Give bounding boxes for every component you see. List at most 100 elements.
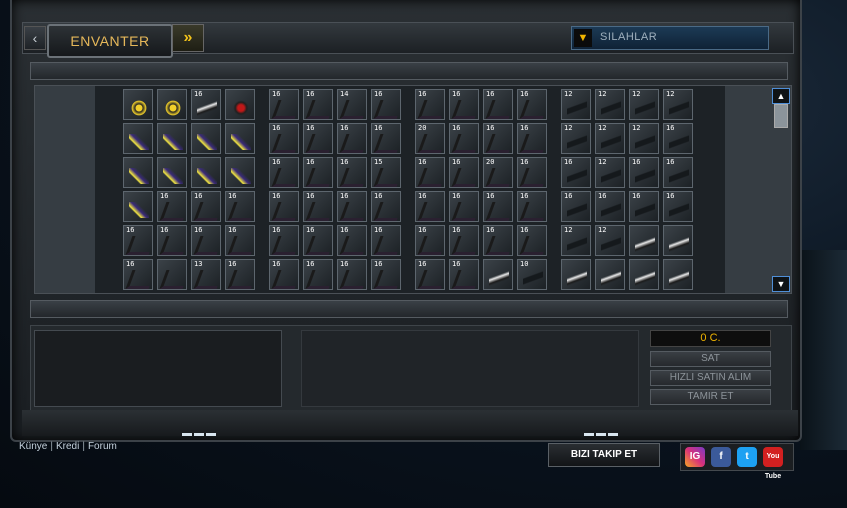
inventory-slot[interactable]: 13 — [191, 259, 221, 290]
link-kunye[interactable]: Künye — [19, 441, 47, 452]
inventory-slot[interactable] — [225, 89, 255, 120]
tab-envanter[interactable]: ENVANTER — [47, 24, 173, 58]
next-tab-button[interactable]: » — [172, 24, 204, 52]
inventory-slot[interactable]: 16 — [415, 225, 445, 256]
inventory-slot[interactable]: 16 — [225, 225, 255, 256]
inventory-slot[interactable]: 16 — [371, 191, 401, 222]
inventory-slot[interactable]: 16 — [483, 225, 513, 256]
scroll-up-button[interactable]: ▲ — [772, 88, 790, 104]
inventory-slot[interactable]: 15 — [371, 157, 401, 188]
inventory-slot[interactable]: 16 — [157, 225, 187, 256]
inventory-slot[interactable]: 14 — [337, 89, 367, 120]
category-dropdown[interactable]: ▼ SILAHLAR — [571, 26, 769, 50]
link-kredi[interactable]: Kredi — [56, 441, 79, 452]
inventory-slot[interactable]: 16 — [371, 259, 401, 290]
inventory-slot[interactable]: 16 — [415, 259, 445, 290]
inventory-slot[interactable] — [561, 259, 591, 290]
inventory-slot[interactable]: 16 — [123, 259, 153, 290]
inventory-slot[interactable] — [629, 259, 659, 290]
inventory-slot[interactable]: 16 — [303, 89, 333, 120]
inventory-slot[interactable]: 16 — [157, 191, 187, 222]
link-forum[interactable]: Forum — [88, 441, 117, 452]
inventory-slot[interactable]: 16 — [337, 157, 367, 188]
inventory-slot[interactable]: 16 — [663, 191, 693, 222]
inventory-slot[interactable]: 16 — [191, 191, 221, 222]
inventory-slot[interactable] — [157, 123, 187, 154]
inventory-slot[interactable] — [157, 157, 187, 188]
inventory-slot[interactable]: 12 — [595, 225, 625, 256]
inventory-slot[interactable]: 16 — [269, 225, 299, 256]
inventory-slot[interactable]: 16 — [371, 123, 401, 154]
inventory-slot[interactable] — [157, 259, 187, 290]
inventory-slot[interactable]: 16 — [415, 89, 445, 120]
inventory-slot[interactable]: 16 — [663, 157, 693, 188]
inventory-slot[interactable]: 20 — [415, 123, 445, 154]
inventory-slot[interactable]: 16 — [483, 191, 513, 222]
inventory-slot[interactable]: 16 — [371, 225, 401, 256]
inventory-slot[interactable] — [157, 89, 187, 120]
inventory-slot[interactable]: 12 — [561, 123, 591, 154]
inventory-slot[interactable]: 16 — [371, 89, 401, 120]
inventory-slot[interactable]: 16 — [269, 191, 299, 222]
youtube-icon[interactable]: You Tube — [763, 447, 783, 480]
inventory-slot[interactable]: 12 — [629, 89, 659, 120]
inventory-slot[interactable] — [123, 123, 153, 154]
instagram-icon[interactable]: IG — [685, 447, 705, 467]
inventory-slot[interactable]: 16 — [483, 89, 513, 120]
scrollbar-thumb[interactable] — [774, 104, 788, 128]
inventory-slot[interactable]: 12 — [561, 89, 591, 120]
inventory-slot[interactable]: 16 — [415, 157, 445, 188]
inventory-slot[interactable]: 16 — [449, 157, 479, 188]
inventory-slot[interactable] — [123, 157, 153, 188]
inventory-slot[interactable]: 16 — [225, 259, 255, 290]
inventory-slot[interactable]: 16 — [415, 191, 445, 222]
inventory-slot[interactable]: 16 — [449, 191, 479, 222]
repair-button[interactable]: TAMIR ET — [650, 389, 771, 405]
inventory-slot[interactable]: 16 — [449, 259, 479, 290]
inventory-slot[interactable]: 16 — [269, 89, 299, 120]
inventory-slot[interactable]: 20 — [483, 157, 513, 188]
inventory-slot[interactable]: 16 — [337, 123, 367, 154]
inventory-slot[interactable]: 16 — [303, 225, 333, 256]
inventory-slot[interactable]: 16 — [517, 225, 547, 256]
inventory-slot[interactable]: 16 — [483, 123, 513, 154]
inventory-slot[interactable]: 16 — [191, 89, 221, 120]
inventory-slot[interactable] — [663, 259, 693, 290]
inventory-slot[interactable]: 16 — [595, 191, 625, 222]
inventory-slot[interactable]: 16 — [449, 123, 479, 154]
inventory-slot[interactable] — [483, 259, 513, 290]
inventory-slot[interactable] — [225, 123, 255, 154]
inventory-slot[interactable]: 16 — [561, 157, 591, 188]
inventory-slot[interactable]: 16 — [517, 123, 547, 154]
scroll-down-button[interactable]: ▼ — [772, 276, 790, 292]
facebook-icon[interactable]: f — [711, 447, 731, 467]
quick-buy-button[interactable]: HIZLI SATIN ALIM — [650, 370, 771, 386]
inventory-slot[interactable]: 16 — [517, 89, 547, 120]
inventory-slot[interactable] — [225, 157, 255, 188]
inventory-slot[interactable]: 16 — [303, 259, 333, 290]
twitter-icon[interactable]: t — [737, 447, 757, 467]
inventory-slot[interactable]: 16 — [449, 225, 479, 256]
inventory-slot[interactable] — [629, 225, 659, 256]
inventory-slot[interactable] — [191, 157, 221, 188]
inventory-slot[interactable]: 16 — [663, 123, 693, 154]
inventory-slot[interactable]: 16 — [337, 259, 367, 290]
inventory-slot[interactable]: 16 — [629, 191, 659, 222]
inventory-slot[interactable]: 12 — [595, 89, 625, 120]
inventory-slot[interactable]: 16 — [561, 191, 591, 222]
inventory-slot[interactable]: 10 — [517, 259, 547, 290]
prev-tab-button[interactable]: ‹ — [24, 26, 46, 50]
inventory-slot[interactable]: 16 — [303, 123, 333, 154]
inventory-slot[interactable]: 16 — [337, 191, 367, 222]
inventory-slot[interactable]: 16 — [517, 157, 547, 188]
inventory-slot[interactable] — [191, 123, 221, 154]
inventory-slot[interactable]: 16 — [269, 157, 299, 188]
inventory-slot[interactable]: 16 — [303, 191, 333, 222]
inventory-slot[interactable]: 16 — [225, 191, 255, 222]
inventory-slot[interactable]: 12 — [663, 89, 693, 120]
inventory-slot[interactable] — [123, 89, 153, 120]
inventory-slot[interactable]: 16 — [337, 225, 367, 256]
sell-button[interactable]: SAT — [650, 351, 771, 367]
inventory-slot[interactable]: 12 — [561, 225, 591, 256]
inventory-slot[interactable] — [123, 191, 153, 222]
